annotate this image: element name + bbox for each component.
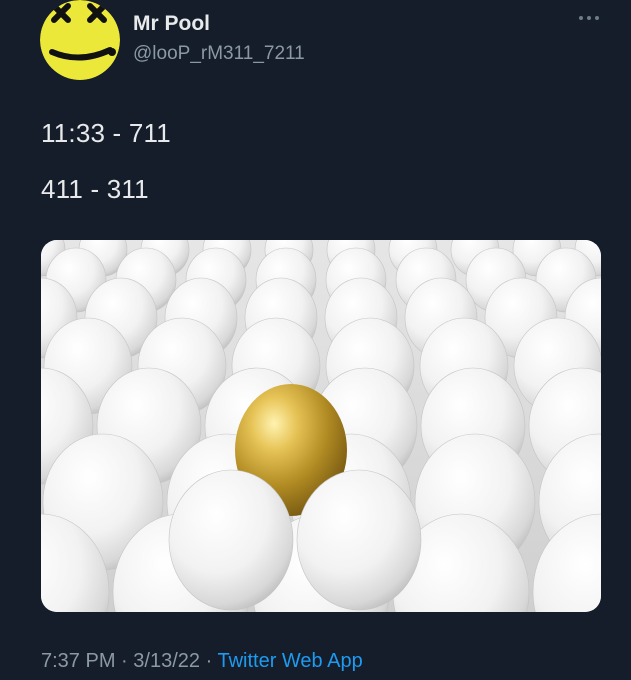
golden-egg-among-white-eggs-image [41,240,601,612]
white-egg [168,469,294,611]
tweet-source-link[interactable]: Twitter Web App [217,650,362,672]
user-handle[interactable]: @looP_rM311_7211 [133,43,305,65]
white-egg [296,469,422,611]
tweet-text-line: 411 - 311 [41,174,149,204]
avatar[interactable] [40,0,120,80]
ellipsis-icon [579,16,599,20]
meta-separator: · [121,650,128,672]
tweet-card: Mr Pool @looP_rM311_7211 11:33 - 711 411… [0,0,631,680]
tweet-text-line: 11:33 - 711 [41,118,171,148]
tweet-metadata: 7:37 PM · 3/13/22 · Twitter Web App [41,650,363,673]
yellow-smiley-x-eyes-icon [40,0,120,80]
tweet-photo[interactable] [41,240,601,612]
display-name[interactable]: Mr Pool [133,12,210,36]
tweet-date[interactable]: 3/13/22 [133,650,200,672]
tweet-time[interactable]: 7:37 PM [41,650,115,672]
meta-separator: · [205,650,213,672]
more-options-button[interactable] [576,10,602,26]
